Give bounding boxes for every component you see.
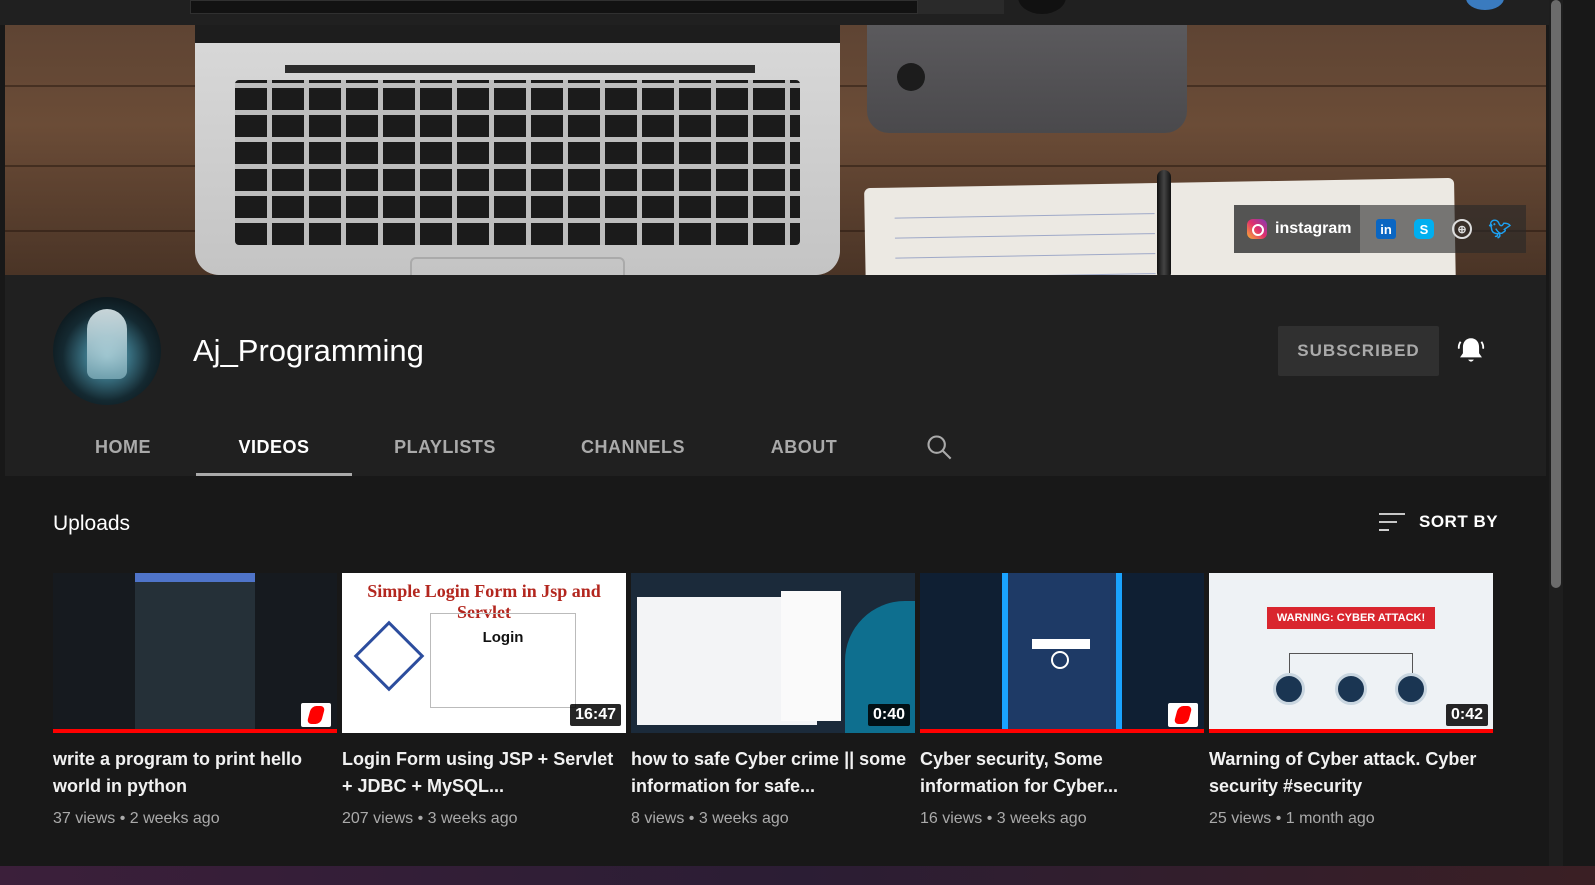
video-views: 207 views: [342, 810, 414, 827]
tab-channels[interactable]: CHANNELS: [558, 421, 708, 473]
scrollbar-thumb[interactable]: [1551, 0, 1561, 588]
watch-progress-bar: [920, 729, 1204, 733]
video-title[interactable]: Warning of Cyber attack. Cyber security …: [1209, 746, 1493, 800]
mic-icon[interactable]: [1018, 0, 1066, 14]
video-thumbnail[interactable]: WARNING: CYBER ATTACK! 0:42: [1209, 573, 1493, 733]
thumbnail-form-title: Login: [482, 629, 524, 646]
video-thumbnail[interactable]: [920, 573, 1204, 733]
video-title[interactable]: Cyber security, Some information for Cyb…: [920, 746, 1204, 800]
video-age: 3 weeks ago: [996, 810, 1087, 827]
window-edge: [1563, 0, 1595, 885]
banner-pen-image: [1157, 170, 1171, 275]
shorts-icon: [1168, 703, 1198, 727]
tab-about[interactable]: ABOUT: [749, 421, 859, 473]
search-input[interactable]: [190, 0, 918, 14]
jsp-logo-icon: [353, 620, 425, 692]
sort-icon: [1379, 513, 1405, 531]
account-avatar[interactable]: [1466, 0, 1504, 10]
channel-banner: instagram in S ⊕ 🐦︎: [5, 25, 1546, 275]
video-age: 2 weeks ago: [129, 810, 220, 827]
tab-playlists-label: PLAYLISTS: [394, 436, 496, 457]
skype-icon[interactable]: S: [1414, 219, 1434, 239]
sort-by-label: SORT BY: [1419, 512, 1499, 531]
video-views: 25 views: [1209, 810, 1272, 827]
tab-videos[interactable]: VIDEOS: [196, 421, 352, 476]
instagram-link-label: instagram: [1275, 220, 1352, 237]
video-duration: 0:42: [1445, 704, 1488, 726]
video-meta: 16 views • 3 weeks ago: [920, 810, 1087, 827]
bell-icon[interactable]: [1457, 336, 1485, 366]
videos-section: Uploads SORT BY write a program to print…: [5, 476, 1546, 866]
video-duration: 0:40: [867, 704, 910, 726]
video-card[interactable]: write a program to print hello world in …: [53, 573, 337, 828]
video-card[interactable]: Simple Login Form in Jsp and Servlet Log…: [342, 573, 626, 828]
instagram-icon: [1247, 219, 1267, 239]
video-meta: 8 views • 3 weeks ago: [631, 810, 789, 827]
video-age: 3 weeks ago: [427, 810, 518, 827]
tab-about-label: ABOUT: [770, 436, 838, 457]
subscribed-button[interactable]: SUBSCRIBED: [1278, 326, 1439, 376]
video-card[interactable]: Cyber security, Some information for Cyb…: [920, 573, 1204, 828]
tab-home-label: HOME: [95, 436, 151, 457]
video-views: 37 views: [53, 810, 116, 827]
channel-name: Aj_Programming: [193, 333, 424, 368]
video-age: 1 month ago: [1285, 810, 1375, 827]
shorts-icon: [301, 703, 331, 727]
taskbar-strip: [0, 866, 1595, 885]
tab-channels-label: CHANNELS: [580, 436, 685, 457]
channel-avatar: [53, 297, 161, 405]
tab-videos-label: VIDEOS: [238, 436, 310, 457]
thumbnail-text: WARNING: CYBER ATTACK!: [1267, 607, 1435, 629]
video-meta: 25 views • 1 month ago: [1209, 810, 1375, 827]
linkedin-icon[interactable]: in: [1376, 219, 1396, 239]
video-title[interactable]: write a program to print hello world in …: [53, 746, 337, 800]
channel-tabs: HOME VIDEOS PLAYLISTS CHANNELS ABOUT: [5, 421, 1546, 476]
banner-links: instagram in S ⊕ 🐦︎: [1234, 205, 1526, 253]
banner-phone-image: [867, 25, 1187, 133]
top-bar: [0, 0, 1595, 25]
video-card[interactable]: WARNING: CYBER ATTACK! 0:42 Warning of C…: [1209, 573, 1493, 828]
search-icon[interactable]: [925, 433, 953, 461]
video-meta: 37 views • 2 weeks ago: [53, 810, 220, 827]
video-views: 16 views: [920, 810, 983, 827]
video-card[interactable]: 0:40 how to safe Cyber crime || some inf…: [631, 573, 915, 828]
video-thumbnail[interactable]: 0:40: [631, 573, 915, 733]
video-title[interactable]: how to safe Cyber crime || some informat…: [631, 746, 915, 800]
instagram-link[interactable]: instagram: [1234, 205, 1360, 253]
twitter-icon[interactable]: 🐦︎: [1489, 219, 1512, 239]
watch-progress-bar: [1209, 729, 1493, 733]
tab-home[interactable]: HOME: [53, 421, 193, 473]
search-button[interactable]: [918, 0, 1004, 14]
video-views: 8 views: [631, 810, 685, 827]
globe-icon[interactable]: ⊕: [1452, 219, 1472, 239]
watch-progress-bar: [53, 729, 337, 733]
video-age: 3 weeks ago: [698, 810, 789, 827]
video-duration: 16:47: [570, 704, 621, 726]
tab-playlists[interactable]: PLAYLISTS: [370, 421, 520, 473]
video-title[interactable]: Login Form using JSP + Servlet + JDBC + …: [342, 746, 626, 800]
video-meta: 207 views • 3 weeks ago: [342, 810, 518, 827]
video-thumbnail[interactable]: Simple Login Form in Jsp and Servlet Log…: [342, 573, 626, 733]
video-thumbnail[interactable]: [53, 573, 337, 733]
uploads-heading: Uploads: [53, 512, 131, 535]
sort-by-button[interactable]: SORT BY: [1379, 511, 1498, 533]
channel-header: Aj_Programming SUBSCRIBED HOME VIDEOS PL…: [5, 275, 1546, 476]
banner-laptop-image: [195, 25, 840, 275]
